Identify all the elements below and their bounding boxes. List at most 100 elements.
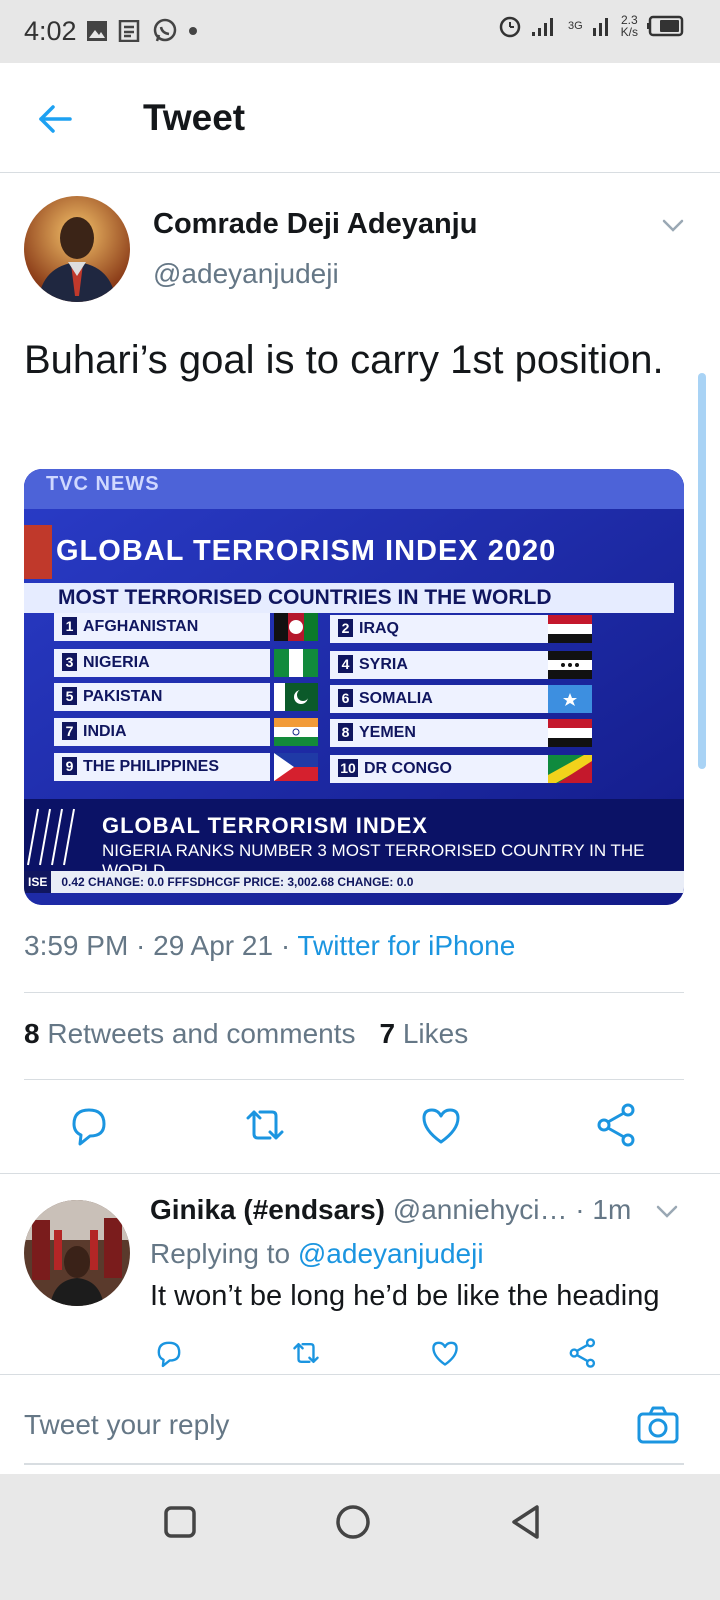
dr-congo-flag-icon (548, 755, 592, 783)
ranking-row: 3 NIGERIA (54, 649, 270, 677)
yemen-flag-icon (548, 719, 592, 747)
camera-icon[interactable] (636, 1405, 680, 1445)
tweet-source-link[interactable]: Twitter for iPhone (297, 930, 515, 961)
ranking-row: 7 INDIA (54, 718, 270, 746)
reply-chevron-down-icon[interactable] (654, 1198, 680, 1224)
retweets-stat[interactable]: 8 Retweets and comments (24, 1018, 356, 1050)
reply-header: Ginika (#endsars) @anniehyci… · 1m (150, 1194, 650, 1226)
ranking-row: 5 PAKISTAN (54, 683, 270, 711)
rank-country: AFGHANISTAN (83, 618, 199, 635)
likes-count: 7 (379, 1018, 396, 1049)
image-notification-icon (87, 21, 107, 41)
chevron-down-icon[interactable] (660, 212, 686, 238)
ranking-row: 8 YEMEN (330, 719, 550, 747)
media-title: GLOBAL TERRORISM INDEX 2020 (56, 535, 557, 567)
like-heart-icon[interactable] (416, 1100, 466, 1150)
ranking-row: 6 SOMALIA (330, 685, 550, 713)
page-title: Tweet (143, 97, 246, 138)
reply-author-name[interactable]: Ginika (#endsars) (150, 1194, 385, 1225)
alarm-icon (499, 16, 521, 38)
retweet-icon[interactable] (240, 1100, 290, 1150)
section-divider (0, 1173, 720, 1174)
rank-number: 3 (62, 653, 77, 671)
back-triangle-icon[interactable] (507, 1502, 547, 1542)
ranking-row: 2 IRAQ (330, 615, 550, 643)
nigeria-flag-icon (274, 649, 318, 677)
signal-icon (531, 18, 553, 36)
ranking-row: 9 THE PHILIPPINES (54, 753, 270, 781)
dot-icon (189, 27, 197, 35)
reply-author-handle[interactable]: @anniehyci… (393, 1194, 568, 1225)
signal-icon-2 (592, 18, 608, 36)
network-type: 3G (567, 20, 583, 32)
home-icon[interactable] (333, 1502, 373, 1542)
ticker-text: 0.42 CHANGE: 0.0 FFFSDHCGF PRICE: 3,002.… (61, 875, 414, 889)
network-speed: 2.3 K/s (621, 14, 638, 38)
share-icon[interactable] (592, 1100, 642, 1150)
reply-like-heart-icon[interactable] (428, 1336, 462, 1370)
rank-number: 9 (62, 757, 77, 775)
whatsapp-icon (153, 18, 177, 42)
status-time: 4:02 (24, 16, 77, 46)
recent-apps-icon[interactable] (160, 1502, 200, 1542)
media-ticker: ISE 0.42 CHANGE: 0.0 FFFSDHCGF PRICE: 3,0… (24, 871, 684, 893)
back-arrow-icon[interactable] (36, 99, 76, 139)
tweet-actions (0, 1100, 720, 1156)
status-bar: 4:02 3G 2.3 K/s (0, 0, 720, 63)
reply-avatar-image (24, 1200, 130, 1306)
reply-author-avatar[interactable] (24, 1200, 130, 1306)
somalia-flag-icon (548, 685, 592, 713)
replying-prefix: Replying to (150, 1238, 298, 1269)
divider (24, 1079, 684, 1080)
rank-number: 5 (62, 687, 77, 705)
author-name[interactable]: Comrade Deji Adeyanju (153, 208, 477, 241)
reply-input[interactable]: Tweet your reply (24, 1409, 229, 1441)
reply-share-icon[interactable] (566, 1336, 600, 1370)
ranking-row: 10 DR CONGO (330, 755, 550, 783)
tweet-stats: 8 Retweets and comments 7 Likes (24, 1018, 468, 1050)
ranking-row: 1 AFGHANISTAN (54, 613, 270, 641)
tweet-text: Buhari’s goal is to carry 1st position. (24, 338, 664, 382)
rank-country: DR CONGO (364, 760, 452, 777)
reply-text: It won’t be long he’d be like the headin… (150, 1280, 660, 1312)
rank-number: 8 (338, 723, 353, 741)
system-navigation-bar (0, 1474, 720, 1600)
india-flag-icon (274, 718, 318, 746)
news-notification-icon (118, 20, 140, 42)
tweet-media-image[interactable]: TVC NEWS GLOBAL TERRORISM INDEX 2020 MOS… (24, 469, 684, 905)
notification-icons (86, 18, 198, 44)
author-handle[interactable]: @adeyanjudeji (153, 258, 339, 290)
avatar-image (24, 196, 130, 302)
rank-number: 6 (338, 689, 353, 707)
reply-comment-icon[interactable] (152, 1336, 186, 1370)
retweets-count: 8 (24, 1018, 40, 1049)
media-channel-label: TVC NEWS (46, 473, 160, 495)
divider (24, 992, 684, 993)
reply-time: · 1m (575, 1194, 632, 1225)
system-icons: 3G 2.3 K/s (498, 14, 684, 38)
rank-number: 7 (62, 722, 77, 740)
replying-to: Replying to @adeyanjudeji (150, 1238, 484, 1270)
rank-country: NIGERIA (83, 654, 150, 671)
top-app-bar: Tweet (0, 63, 720, 173)
rank-country: SYRIA (359, 656, 408, 673)
rank-country: IRAQ (359, 620, 399, 637)
scrollbar[interactable] (698, 373, 706, 769)
rank-country: PAKISTAN (83, 688, 163, 705)
reply-input-underline (24, 1463, 684, 1465)
rank-number: 2 (338, 619, 353, 637)
rank-number: 1 (62, 617, 77, 635)
philippines-flag-icon (274, 753, 318, 781)
pakistan-flag-icon (274, 683, 318, 711)
rank-number: 10 (338, 759, 358, 777)
afghanistan-flag-icon (274, 613, 318, 641)
media-subtitle: MOST TERRORISED COUNTRIES IN THE WORLD (24, 583, 674, 613)
reply-icon[interactable] (64, 1100, 114, 1150)
likes-label: Likes (402, 1018, 469, 1049)
reply-retweet-icon[interactable] (288, 1336, 324, 1370)
replying-to-link[interactable]: @adeyanjudeji (298, 1238, 484, 1269)
tweet-meta: 3:59 PM · 29 Apr 21 · Twitter for iPhone (24, 930, 515, 962)
author-avatar[interactable] (24, 196, 130, 302)
likes-stat[interactable]: 7 Likes (380, 1018, 469, 1050)
rank-country: INDIA (83, 723, 127, 740)
